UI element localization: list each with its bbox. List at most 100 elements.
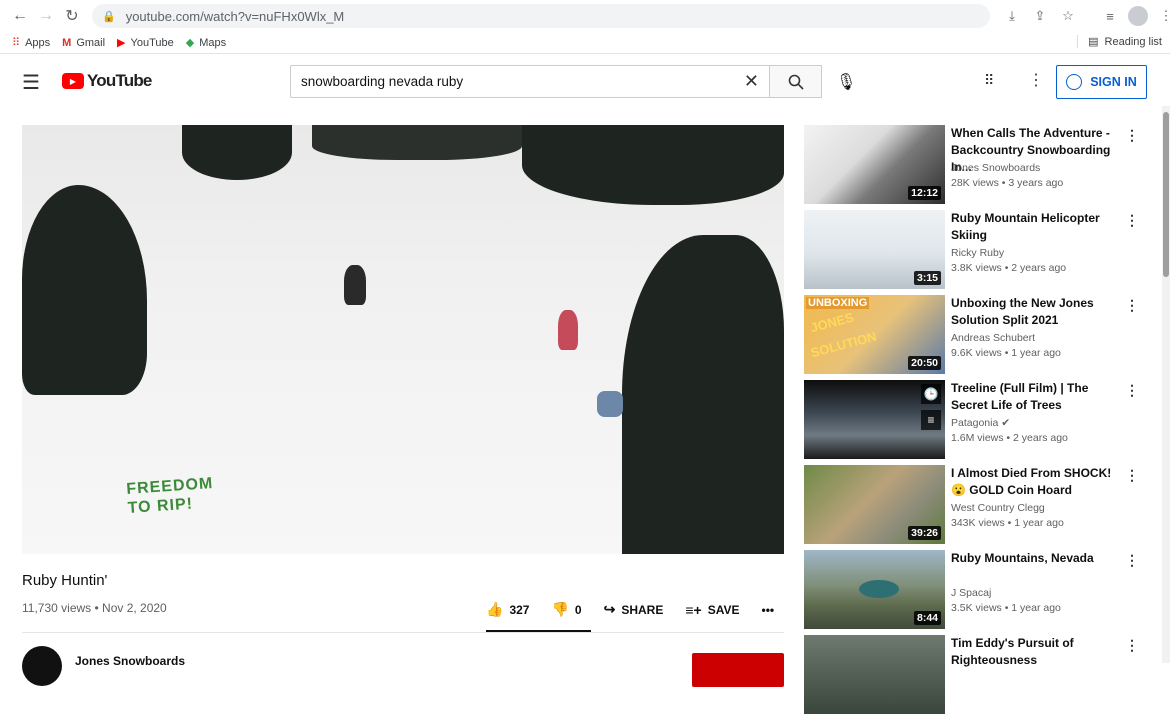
share-arrow-icon: ↪ xyxy=(603,601,616,617)
recommendation-item[interactable]: 12:12 When Calls The Adventure - Backcou… xyxy=(804,125,1144,205)
forward-icon[interactable]: → xyxy=(32,2,60,30)
hamburger-menu-icon[interactable]: ☰ xyxy=(22,70,40,95)
youtube-header: ☰ ▶ YouTube snowboarding nevada ruby ✕ 🎙… xyxy=(0,58,1170,106)
recommendation-item[interactable]: 3:15 Ruby Mountain Helicopter Skiing Ric… xyxy=(804,210,1144,290)
recommendation-title[interactable]: Tim Eddy's Pursuit of Righteousness xyxy=(951,635,1121,669)
recommendation-channel[interactable]: Ricky Ruby xyxy=(951,247,1004,259)
video-thumbnail[interactable]: 39:26 xyxy=(804,465,945,544)
youtube-logo[interactable]: ▶ YouTube xyxy=(62,71,152,91)
bookmark-youtube[interactable]: ▶ YouTube xyxy=(117,36,174,50)
video-thumbnail[interactable]: 3:15 xyxy=(804,210,945,289)
add-to-queue-icon[interactable]: ≡ xyxy=(921,410,941,430)
video-player[interactable]: FREEDOM TO RIP! xyxy=(22,125,784,554)
recommendation-channel[interactable]: Patagonia ✔ xyxy=(951,417,1010,429)
dislike-button[interactable]: 👎 0 xyxy=(551,601,581,618)
browser-menu-icon[interactable]: ⋮ xyxy=(1154,4,1170,28)
kebab-menu-icon[interactable]: ⋮ xyxy=(1125,467,1139,484)
channel-avatar[interactable] xyxy=(22,646,62,686)
recommendation-item[interactable]: 8:44 Ruby Mountains, Nevada J Spacaj 3.5… xyxy=(804,550,1144,630)
youtube-apps-icon[interactable]: ⠿ xyxy=(984,72,994,89)
recommendation-title[interactable]: Treeline (Full Film) | The Secret Life o… xyxy=(951,380,1121,414)
recommendation-meta: 343K views • 1 year ago xyxy=(951,517,1064,529)
profile-icon[interactable] xyxy=(1126,4,1150,28)
video-thumbnail[interactable]: UNBOXING JONES SOLUTION 20:50 xyxy=(804,295,945,374)
kebab-menu-icon[interactable]: ⋮ xyxy=(1125,637,1139,654)
duration-badge: 39:26 xyxy=(908,526,941,540)
bookmark-maps[interactable]: ◆ Maps xyxy=(185,36,226,50)
subscribe-button[interactable] xyxy=(692,653,784,687)
kebab-menu-icon[interactable]: ⋮ xyxy=(1125,212,1139,229)
kebab-menu-icon[interactable]: ⋮ xyxy=(1125,127,1139,144)
apps-grid-icon: ⠿ xyxy=(12,37,21,49)
microphone-icon[interactable]: 🎙 xyxy=(836,72,856,92)
more-actions-button[interactable]: ••• xyxy=(762,603,775,617)
channel-name[interactable]: Jones Snowboards xyxy=(75,654,185,668)
install-icon[interactable]: ⤓ xyxy=(1000,4,1024,28)
recommendation-title[interactable]: Ruby Mountain Helicopter Skiing xyxy=(951,210,1121,244)
recommendation-channel[interactable]: J Spacaj xyxy=(951,587,991,599)
search-button[interactable] xyxy=(769,65,822,98)
rider-blue xyxy=(597,391,623,417)
tree-top-right xyxy=(522,125,784,205)
recommendation-item[interactable]: 39:26 I Almost Died From SHOCK! 😮 GOLD C… xyxy=(804,465,1144,545)
recommendation-item[interactable]: Tim Eddy's Pursuit of Righteousness ⋮ xyxy=(804,635,1144,715)
recommendation-channel[interactable]: Andreas Schubert xyxy=(951,332,1035,344)
thumbs-up-icon: 👍 xyxy=(486,601,504,617)
recommendation-meta: 3.8K views • 2 years ago xyxy=(951,262,1067,274)
recommendation-item[interactable]: UNBOXING JONES SOLUTION 20:50 Unboxing t… xyxy=(804,295,1144,375)
duration-badge: 8:44 xyxy=(913,611,941,625)
maps-icon: ◆ xyxy=(185,37,195,49)
more-horizontal-icon: ••• xyxy=(761,602,775,617)
gmail-icon: M xyxy=(62,36,72,49)
recommendation-meta: 28K views • 3 years ago xyxy=(951,177,1064,189)
thumbnail-text: JONES xyxy=(808,309,856,336)
video-thumbnail[interactable] xyxy=(804,635,945,714)
share-button[interactable]: ↪ SHARE xyxy=(604,601,664,618)
youtube-play-icon: ▶ xyxy=(62,73,84,89)
recommendation-channel[interactable]: West Country Clegg xyxy=(951,502,1045,514)
recommendation-title[interactable]: I Almost Died From SHOCK! 😮 GOLD Coin Ho… xyxy=(951,465,1121,499)
page-scrollbar[interactable] xyxy=(1162,106,1170,663)
bookmarks-bar: ⠿ Apps M Gmail ▶ YouTube ◆ Maps ▤ Reading lis… xyxy=(0,32,1170,54)
share-page-icon[interactable]: ⇪ xyxy=(1028,4,1052,28)
address-bar[interactable]: 🔒 youtube.com/watch?v=nuFHx0Wlx_M xyxy=(92,4,990,28)
rider-dark xyxy=(344,265,366,305)
video-actions: 👍 327 👎 0 ↪ SHARE ≡+ SAVE ••• xyxy=(486,601,796,618)
watch-later-icon[interactable]: 🕒 xyxy=(921,384,941,404)
recommendation-title[interactable]: Unboxing the New Jones Solution Split 20… xyxy=(951,295,1121,329)
reload-icon[interactable]: ↻ xyxy=(58,2,86,30)
recommendation-channel[interactable]: Jones Snowboards xyxy=(951,162,1040,174)
lock-icon: 🔒 xyxy=(102,10,116,23)
scrollbar-thumb[interactable] xyxy=(1163,112,1169,277)
bookmark-apps[interactable]: ⠿ Apps xyxy=(12,36,50,50)
kebab-menu-icon[interactable]: ⋮ xyxy=(1125,382,1139,399)
recommendation-item[interactable]: 🕒 ≡ Treeline (Full Film) | The Secret Li… xyxy=(804,380,1144,460)
browser-toolbar: ← → ↻ 🔒 youtube.com/watch?v=nuFHx0Wlx_M … xyxy=(0,0,1170,32)
sign-in-button[interactable]: SIGN IN xyxy=(1056,65,1147,99)
recommendation-meta: 3.5K views • 1 year ago xyxy=(951,602,1061,614)
clear-search-icon[interactable]: ✕ xyxy=(744,71,759,92)
reading-list[interactable]: ▤ Reading list xyxy=(1077,35,1162,48)
like-button[interactable]: 👍 327 xyxy=(486,601,529,618)
account-circle-icon xyxy=(1066,74,1083,90)
kebab-menu-icon[interactable]: ⋮ xyxy=(1125,297,1139,314)
search-input[interactable]: snowboarding nevada ruby ✕ xyxy=(290,65,770,98)
duration-badge: 3:15 xyxy=(913,271,941,285)
recommendation-title[interactable]: Ruby Mountains, Nevada xyxy=(951,550,1121,567)
video-views-date: 11,730 views • Nov 2, 2020 xyxy=(22,601,167,615)
bookmark-gmail[interactable]: M Gmail xyxy=(62,37,105,49)
video-thumbnail[interactable]: 🕒 ≡ xyxy=(804,380,945,459)
video-thumbnail[interactable]: 8:44 xyxy=(804,550,945,629)
video-title: Ruby Huntin' xyxy=(22,572,108,589)
video-thumbnail[interactable]: 12:12 xyxy=(804,125,945,204)
back-icon[interactable]: ← xyxy=(6,2,34,30)
recommendation-meta: 1.6M views • 2 years ago xyxy=(951,432,1068,444)
lake-shape xyxy=(859,580,899,598)
tree-top-left xyxy=(182,125,292,180)
star-icon[interactable]: ☆ xyxy=(1056,4,1080,28)
kebab-menu-icon[interactable]: ⋮ xyxy=(1125,552,1139,569)
reading-mode-icon[interactable]: ≡ xyxy=(1098,4,1122,28)
save-button[interactable]: ≡+ SAVE xyxy=(685,602,739,618)
settings-more-icon[interactable]: ⋮ xyxy=(1028,70,1044,90)
url-text: youtube.com/watch?v=nuFHx0Wlx_M xyxy=(125,8,345,24)
